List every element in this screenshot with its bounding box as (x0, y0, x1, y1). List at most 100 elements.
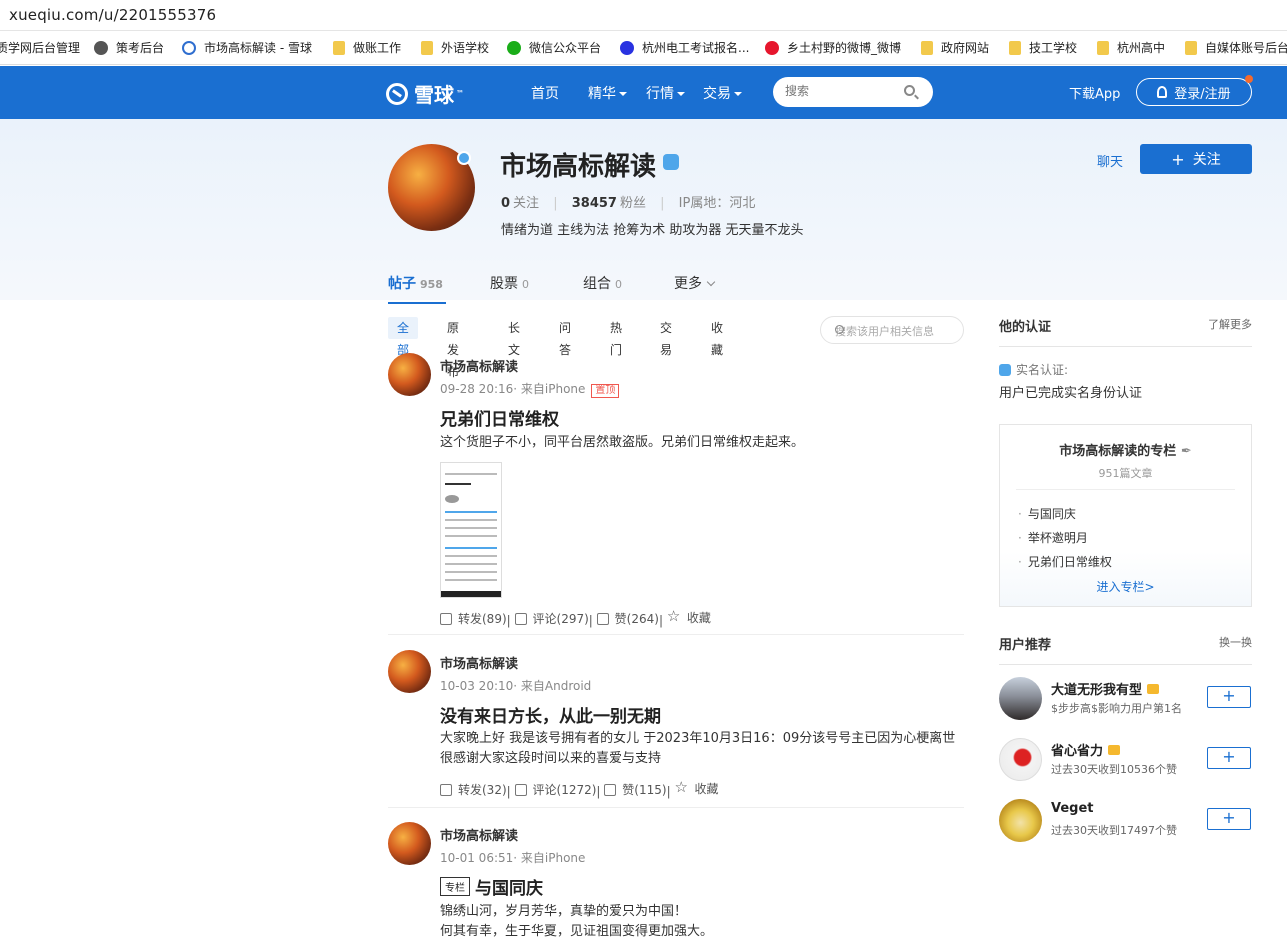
tab-portfolios-label: 组合 (583, 276, 611, 292)
refresh-link[interactable]: 换一换 (1219, 634, 1252, 653)
comment-button[interactable]: 评论(297) (514, 610, 589, 627)
pinned-badge: 置顶 (591, 384, 620, 398)
favorite-label: 收藏 (686, 611, 711, 625)
column-article-link[interactable]: 举杯邀明月 (1018, 526, 1112, 550)
crown-icon (1108, 744, 1121, 755)
user-avatar[interactable] (999, 677, 1042, 720)
follow-user-button[interactable]: + (1207, 808, 1251, 830)
post-author[interactable]: 市场高标解读 (440, 825, 518, 844)
repost-label: 转发(32) (458, 783, 507, 797)
bookmark-item[interactable]: 微信公众平台 (507, 39, 601, 56)
logo-text: 雪球 (414, 83, 454, 107)
user-avatar[interactable] (999, 738, 1042, 781)
nav-market[interactable]: 行情 (646, 83, 685, 103)
like-button[interactable]: 赞(115) (604, 781, 667, 798)
favorite-button[interactable]: 收藏 (674, 778, 718, 797)
filter-all[interactable]: 全部 (388, 317, 419, 357)
learn-more-link[interactable]: 了解更多 (1208, 316, 1252, 335)
post-item: 市场高标解读 09-28 20:16· 来自iPhone 置顶 兄弟们日常维权 这… (388, 353, 964, 628)
follow-label: 关注 (1192, 152, 1221, 168)
post-title[interactable]: 兄弟们日常维权 (440, 405, 559, 430)
post-time-source[interactable]: 10-03 20:10· 来自Android (440, 679, 591, 693)
filter-qa[interactable]: 问答 (550, 317, 580, 357)
enter-column-link[interactable]: 进入专栏> (1000, 578, 1251, 595)
column-title[interactable]: 市场高标解读的专栏 ✒ (1000, 440, 1251, 459)
folder-icon (333, 40, 345, 55)
bookmark-item[interactable]: 自媒体账号后台 (1185, 39, 1287, 56)
user-name[interactable]: 省心省力 (1051, 740, 1121, 759)
nav-home[interactable]: 首页 (531, 83, 559, 103)
tab-more[interactable]: 更多 (674, 273, 716, 293)
nav-trade-label: 交易 (703, 86, 731, 102)
browser-url-bar[interactable]: xueqiu.com/u/2201555376 (0, 0, 1287, 31)
author-avatar[interactable] (388, 353, 431, 396)
nav-trade[interactable]: 交易 (703, 83, 742, 103)
download-app-link[interactable]: 下载App (1069, 83, 1120, 102)
bookmark-item[interactable]: 策考后台 (94, 39, 164, 56)
repost-button[interactable]: 转发(89) (440, 610, 507, 627)
bookmark-label: 微信公众平台 (529, 41, 602, 55)
post-divider (388, 634, 964, 635)
user-name[interactable]: 大道无形我有型 (1051, 679, 1160, 698)
profile-name: 市场高标解读 (500, 152, 657, 182)
bookmark-item[interactable]: 做账工作 (333, 39, 401, 56)
like-button[interactable]: 赞(264) (596, 610, 659, 627)
bookmark-item[interactable]: 乡土村野的微博_微博 (765, 39, 901, 56)
login-register-button[interactable]: 登录/注册 (1136, 75, 1253, 106)
post-title[interactable]: 没有来日方长，从此一别无期 (440, 702, 661, 727)
favorite-button[interactable]: 收藏 (667, 607, 711, 626)
follow-user-button[interactable]: + (1207, 686, 1251, 708)
login-label: 登录/注册 (1174, 86, 1231, 102)
author-avatar[interactable] (388, 822, 431, 865)
tab-posts[interactable]: 帖子 958 (388, 273, 446, 304)
logo-trademark: ™ (456, 89, 464, 98)
user-avatar[interactable] (999, 799, 1042, 842)
user-name[interactable]: Veget (1051, 801, 1094, 816)
filter-hot[interactable]: 热门 (601, 317, 631, 357)
bookmark-item[interactable]: 技工学校 (1009, 39, 1077, 56)
column-article-link[interactable]: 与国同庆 (1018, 502, 1112, 526)
filter-long[interactable]: 长文 (499, 317, 529, 357)
bookmark-item[interactable]: 市场高标解读 - 雪球 (182, 39, 312, 56)
bookmark-item[interactable]: 政府网站 (921, 39, 989, 56)
url-text[interactable]: xueqiu.com/u/2201555376 (9, 6, 216, 24)
followers-label[interactable]: 粉丝 (620, 196, 646, 211)
search-icon[interactable] (904, 85, 915, 96)
column-article-link[interactable]: 兄弟们日常维权 (1018, 550, 1112, 574)
post-body: 这个货胆子不小，同平台居然敢盗版。兄弟们日常维权走起来。 (440, 435, 805, 450)
nav-search-input[interactable] (785, 84, 895, 98)
bookmark-item[interactable]: 质学网后台管理 (0, 39, 80, 56)
following-label[interactable]: 关注 (513, 196, 539, 211)
follow-user-button[interactable]: + (1207, 747, 1251, 769)
bookmark-item[interactable]: 杭州电工考试报名... (620, 39, 749, 56)
chat-link[interactable]: 聊天 (1097, 151, 1123, 170)
repost-button[interactable]: 转发(32) (440, 781, 507, 798)
post-image-thumbnail[interactable] (440, 462, 502, 598)
nav-featured[interactable]: 精华 (588, 83, 627, 103)
comment-button[interactable]: 评论(1272) (514, 781, 596, 798)
author-avatar[interactable] (388, 650, 431, 693)
nav-search-box[interactable] (773, 77, 933, 107)
xueqiu-logo[interactable]: 雪球 ™ (386, 79, 464, 108)
bookmark-item[interactable]: 外语学校 (421, 39, 489, 56)
filter-trade[interactable]: 交易 (651, 317, 681, 357)
filter-favorites[interactable]: 收藏 (702, 317, 732, 357)
bookmark-label: 乡土村野的微博_微博 (787, 41, 902, 55)
post-title[interactable]: 专栏 与国同庆 (440, 874, 543, 899)
user-post-search[interactable]: 搜索该用户相关信息 (820, 316, 964, 344)
post-time-source[interactable]: 09-28 20:16· 来自iPhone (440, 382, 585, 396)
search-icon[interactable] (835, 325, 844, 334)
follow-button[interactable]: + 关注 (1140, 144, 1252, 174)
bookmark-item[interactable]: 杭州高中 (1097, 39, 1165, 56)
post-author[interactable]: 市场高标解读 (440, 653, 518, 672)
post-author[interactable]: 市场高标解读 (440, 356, 518, 375)
following-count[interactable]: 0 (501, 196, 510, 211)
tab-stocks-label: 股票 (490, 276, 518, 292)
tab-stocks[interactable]: 股票 0 (490, 273, 529, 293)
tab-portfolios-count: 0 (615, 278, 622, 291)
post-time-source[interactable]: 10-01 06:51· 来自iPhone (440, 851, 585, 865)
filter-original[interactable]: 原发布 (438, 317, 468, 379)
star-icon (667, 607, 681, 625)
tab-portfolios[interactable]: 组合 0 (583, 273, 622, 293)
followers-count[interactable]: 38457 (572, 196, 617, 211)
